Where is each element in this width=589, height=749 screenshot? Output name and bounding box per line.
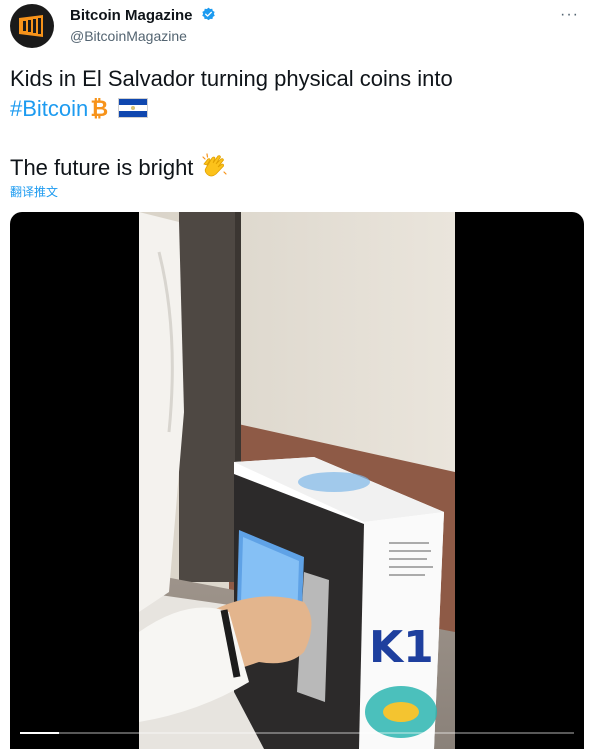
tweet-line-3: The future is bright	[10, 152, 580, 183]
display-name[interactable]: Bitcoin Magazine	[70, 7, 193, 24]
video-frame[interactable]: K1	[139, 212, 455, 749]
video-progress-fill	[20, 732, 59, 734]
el-salvador-flag-icon	[118, 98, 149, 118]
tweet-text: Kids in El Salvador turning physical coi…	[10, 64, 580, 183]
video-still-image: K1	[139, 212, 455, 749]
translate-tweet-link[interactable]: 翻译推文	[10, 183, 58, 200]
verified-badge-icon	[202, 7, 215, 21]
video-player[interactable]: K1	[10, 212, 584, 749]
handle[interactable]: @BitcoinMagazine	[70, 26, 216, 46]
tweet-line-3-text: The future is bright	[10, 155, 194, 180]
hashtag-bitcoin-link[interactable]: #Bitcoin	[10, 96, 88, 121]
bitcoin-emoji-icon: ₿	[90, 96, 109, 121]
tweet-line-2: #Bitcoin₿	[10, 94, 580, 124]
tweet-line-1: Kids in El Salvador turning physical coi…	[10, 66, 453, 91]
name-block: Bitcoin Magazine @BitcoinMagazine	[70, 6, 216, 46]
kiosk-brand-logo: K1	[369, 622, 434, 673]
tweet-header: Bitcoin Magazine @BitcoinMagazine ···	[10, 4, 585, 48]
more-options-icon[interactable]: ···	[560, 6, 579, 24]
avatar[interactable]	[10, 4, 54, 48]
video-progress-bar[interactable]	[20, 732, 574, 734]
clapping-hands-icon	[201, 153, 227, 177]
bitcoin-magazine-logo-icon	[19, 15, 43, 37]
